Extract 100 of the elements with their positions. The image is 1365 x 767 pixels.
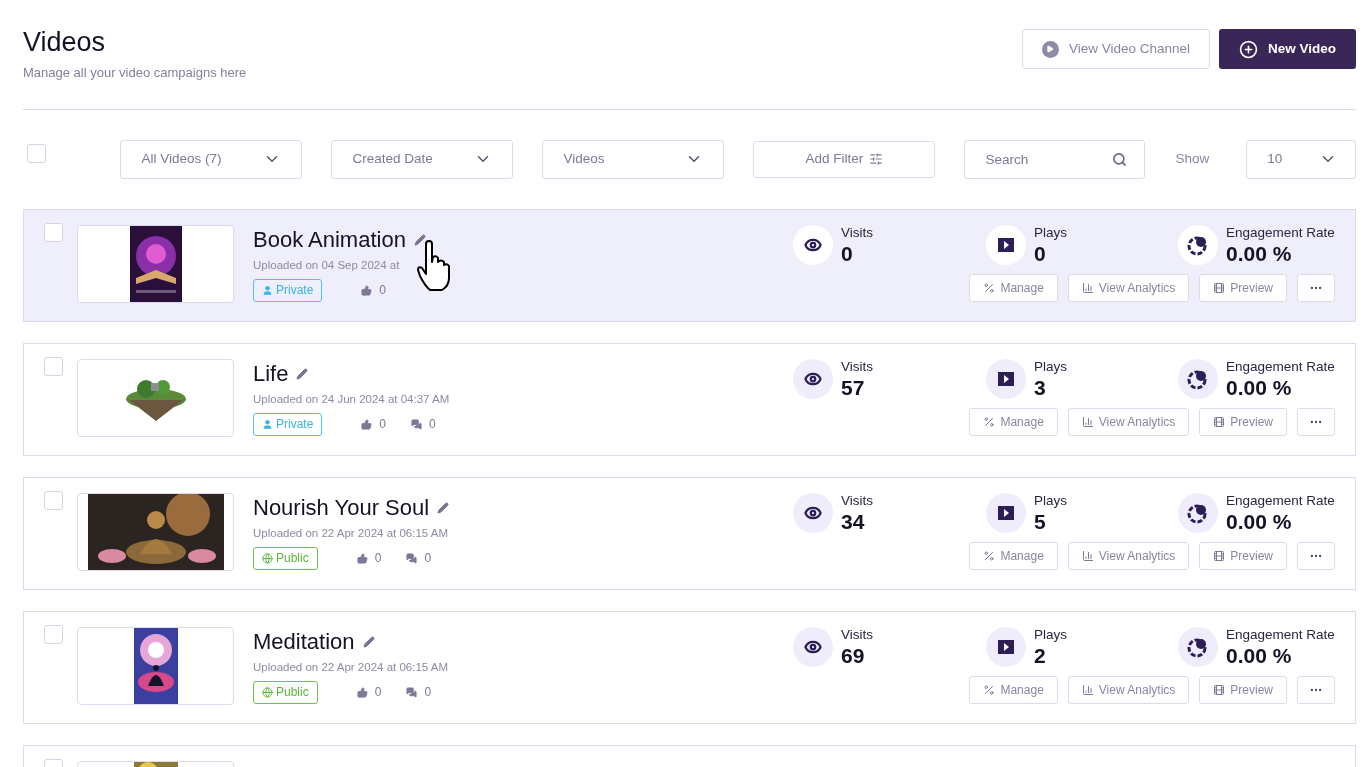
user-icon xyxy=(262,284,273,296)
checkbox[interactable] xyxy=(44,624,63,644)
stat-value: 57 xyxy=(841,374,866,401)
play-icon xyxy=(998,237,1014,252)
filter-dropdown[interactable]: Videos xyxy=(542,139,725,179)
filter-dropdown[interactable]: All Videos (7) xyxy=(120,139,303,179)
hand-cursor-icon xyxy=(416,239,452,292)
checkbox[interactable] xyxy=(44,222,63,242)
action-button[interactable]: View Analytics xyxy=(1067,675,1190,704)
comments-count: 0 xyxy=(411,415,436,434)
thumbs-up-icon xyxy=(356,686,368,698)
stat-value: 69 xyxy=(841,642,866,669)
visibility-badge: Private xyxy=(253,278,323,302)
likes-count: 0 xyxy=(361,281,387,300)
comments-count: 0 xyxy=(406,549,432,568)
action-button[interactable]: Preview xyxy=(1199,407,1287,436)
stat-label: Visits xyxy=(841,358,873,375)
video-card[interactable]: Life Uploaded on 24 Jun 2024 at 04:37 AM Private 0 0 Visits 57 Plays 3 Engagement Rate 0.00 % Manage View Analytics Preview xyxy=(23,342,1356,456)
checkbox[interactable] xyxy=(44,490,63,510)
sliders-icon xyxy=(869,152,884,166)
play-icon xyxy=(998,505,1014,520)
thumbs-up-icon xyxy=(361,418,373,430)
bar-chart-icon xyxy=(1081,281,1094,294)
search-icon xyxy=(1112,151,1128,167)
stat-label: Engagement Rate xyxy=(1226,492,1335,509)
more-button[interactable] xyxy=(1297,541,1335,570)
action-button[interactable]: View Analytics xyxy=(1067,407,1190,436)
action-button[interactable]: Manage xyxy=(969,407,1058,436)
stat-label: Engagement Rate xyxy=(1226,224,1335,241)
video-card[interactable]: Book Animation Uploaded on 04 Sep 2024 at Private 0 Visits 0 Plays 0 Engagement Rate 0.00 % Manage View Analytics Preview xyxy=(23,208,1356,322)
likes-count: 0 xyxy=(356,549,382,568)
stat-value: 0.00 % xyxy=(1226,508,1293,535)
play-icon xyxy=(998,371,1014,386)
search-field[interactable]: Search xyxy=(964,139,1146,179)
action-button[interactable]: View Analytics xyxy=(1067,541,1190,570)
video-card[interactable]: Meditation Uploaded on 22 Apr 2024 at 06:15 AM Public 0 0 Visits 69 Plays 2 Engagement Rate 0.00 % Manage View Analytics Preview xyxy=(23,610,1356,724)
stat-value: 0 xyxy=(1034,240,1047,267)
comments-count: 0 xyxy=(406,683,432,702)
video-title[interactable]: Nourish Your Soul xyxy=(253,494,430,521)
action-button[interactable]: Manage xyxy=(969,273,1058,302)
thumbs-up-icon xyxy=(356,552,368,564)
edit-icon[interactable] xyxy=(362,635,375,648)
more-button[interactable] xyxy=(1297,675,1335,704)
filter-dropdown[interactable]: Created Date xyxy=(331,139,514,179)
stat-value: 5 xyxy=(1034,508,1047,535)
add-filter-button[interactable]: Add Filter xyxy=(753,140,936,178)
percent-icon xyxy=(983,683,996,696)
action-button[interactable]: Preview xyxy=(1199,541,1287,570)
checkbox[interactable] xyxy=(27,143,46,163)
page-subtitle: Manage all your video campaigns here xyxy=(23,64,247,82)
stat-label: Plays xyxy=(1034,358,1067,375)
film-icon xyxy=(1213,415,1226,428)
thumbnail-frame[interactable] xyxy=(77,358,234,437)
edit-icon[interactable] xyxy=(437,501,450,514)
stat-label: Plays xyxy=(1034,492,1067,509)
stat-label: Visits xyxy=(841,626,873,643)
film-icon xyxy=(1213,281,1226,294)
page-size-dropdown[interactable]: 10 xyxy=(1246,139,1356,179)
action-button[interactable]: Preview xyxy=(1199,273,1287,302)
visibility-badge: Private xyxy=(253,412,323,436)
plus-circle-icon xyxy=(1238,39,1258,59)
stat-value: 0.00 % xyxy=(1226,374,1293,401)
bar-chart-icon xyxy=(1081,683,1094,696)
percent-icon xyxy=(983,549,996,562)
stat-value: 3 xyxy=(1034,374,1047,401)
video-title[interactable]: Meditation xyxy=(253,628,355,655)
more-button[interactable] xyxy=(1297,407,1335,436)
thumbnail-frame[interactable] xyxy=(77,626,234,705)
visibility-badge: Public xyxy=(253,680,318,704)
stat-value: 34 xyxy=(841,508,866,535)
stat-label: Visits xyxy=(841,492,873,509)
comments-icon xyxy=(411,418,423,430)
stat-label: Visits xyxy=(841,224,873,241)
stat-label: Engagement Rate xyxy=(1226,626,1335,643)
upload-date: Uploaded on 24 Jun 2024 at 04:37 AM xyxy=(253,391,451,407)
thumbnail-frame[interactable] xyxy=(77,224,234,303)
thumbs-up-icon xyxy=(361,284,373,296)
stat-value: 0.00 % xyxy=(1226,642,1293,669)
action-button[interactable]: Manage xyxy=(969,675,1058,704)
stat-label: Plays xyxy=(1034,626,1067,643)
edit-icon[interactable] xyxy=(296,367,309,380)
comments-icon xyxy=(406,552,418,564)
action-button[interactable]: View Analytics xyxy=(1067,273,1190,302)
visibility-badge: Public xyxy=(253,546,318,570)
checkbox[interactable] xyxy=(44,356,63,376)
comments-icon xyxy=(406,686,418,698)
globe-icon xyxy=(262,686,273,698)
action-button[interactable]: Manage xyxy=(969,541,1058,570)
bar-chart-icon xyxy=(1081,415,1094,428)
view-channel-button[interactable]: View Video Channel xyxy=(1021,29,1210,69)
edit-icon[interactable] xyxy=(413,233,426,246)
percent-icon xyxy=(983,281,996,294)
video-title[interactable]: Life xyxy=(253,360,289,387)
new-video-button[interactable]: New Video xyxy=(1218,29,1356,69)
video-title[interactable]: Book Animation xyxy=(253,226,406,253)
stat-value: 0.00 % xyxy=(1226,240,1293,267)
action-button[interactable]: Preview xyxy=(1199,675,1287,704)
more-button[interactable] xyxy=(1297,273,1335,302)
upload-date: Uploaded on 22 Apr 2024 at 06:15 AM xyxy=(253,659,449,675)
video-card[interactable]: Nourish Your Soul Uploaded on 22 Apr 2024 at 06:15 AM Public 0 0 Visits 34 Plays 5 Engagement Rate 0.00 % Manage View Analytics Preview xyxy=(23,476,1356,590)
